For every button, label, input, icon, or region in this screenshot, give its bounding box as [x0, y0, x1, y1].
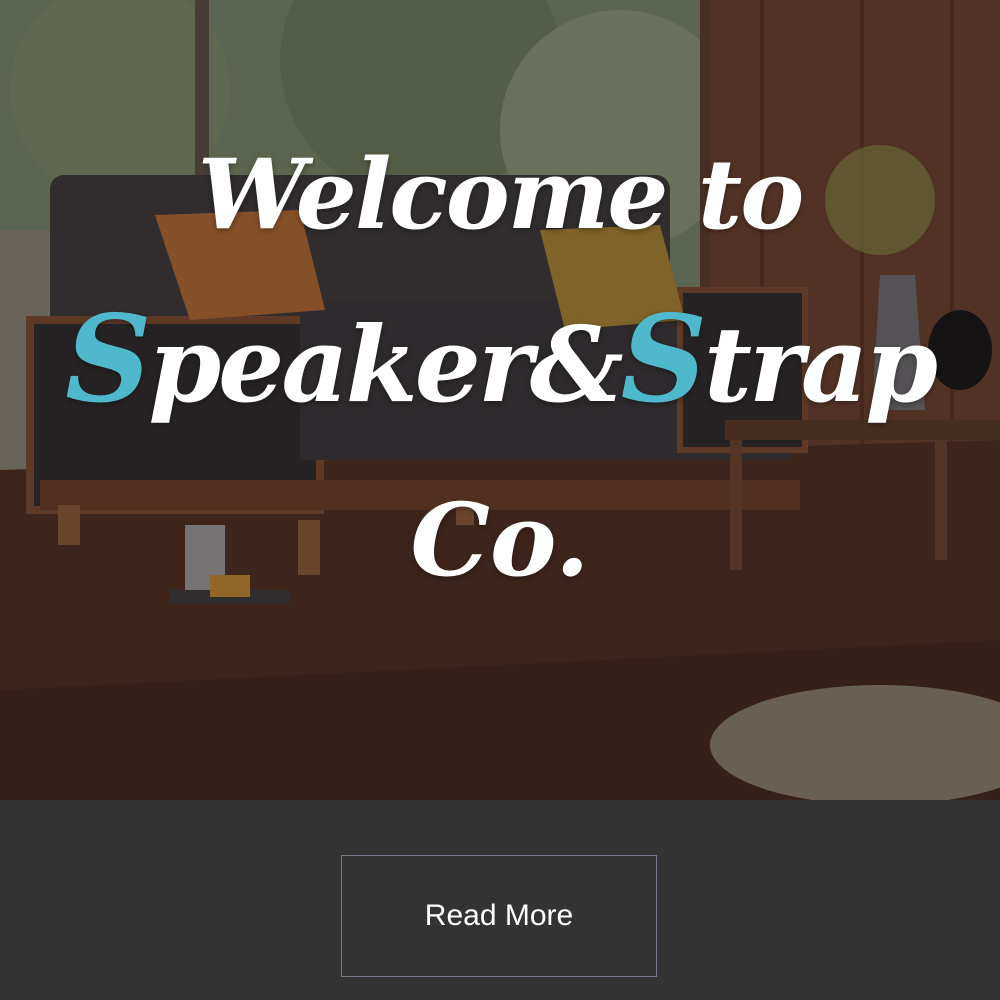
headline-accent-s-1: S	[65, 290, 151, 430]
read-more-button[interactable]: Read More	[341, 855, 657, 977]
headline-line-3: Co.	[410, 481, 590, 599]
headline-accent-s-2: S	[620, 290, 707, 430]
headline-strap-text: trap	[704, 303, 938, 426]
headline-line-2: Speaker&Strap	[0, 280, 1000, 445]
hero-headline: Welcome to Speaker&Strap Co.	[0, 130, 1000, 615]
hero-section: Welcome to Speaker&Strap Co.	[0, 0, 1000, 800]
headline-speaker-text: peaker&	[148, 303, 623, 426]
headline-line-1: Welcome to	[197, 138, 804, 251]
